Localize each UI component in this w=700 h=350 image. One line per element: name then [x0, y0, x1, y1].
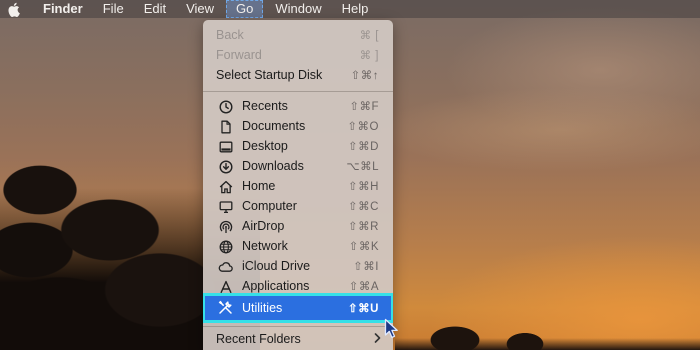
menu-item-label: iCloud Drive — [242, 259, 311, 273]
menu-item-back[interactable]: Back ⌘ [ — [203, 25, 393, 45]
menu-item-documents[interactable]: Documents ⇧⌘O — [203, 116, 393, 136]
airdrop-icon — [218, 219, 233, 234]
download-icon — [218, 159, 233, 174]
menu-item-label: AirDrop — [242, 219, 285, 233]
menu-item-applications[interactable]: Applications ⇧⌘A — [203, 276, 393, 296]
menu-separator — [203, 326, 393, 327]
menu-view[interactable]: View — [176, 0, 224, 18]
menu-separator — [203, 91, 393, 92]
menu-help[interactable]: Help — [332, 0, 379, 18]
menu-item-label: Computer — [242, 199, 297, 213]
menu-item-home[interactable]: Home ⇧⌘H — [203, 176, 393, 196]
menu-item-forward[interactable]: Forward ⌘ ] — [203, 45, 393, 65]
menu-bar: Finder File Edit View Go Window Help — [0, 0, 700, 18]
menu-item-label: Recents — [242, 99, 288, 113]
menu-item-airdrop[interactable]: AirDrop ⇧⌘R — [203, 216, 393, 236]
shortcut-label: ⇧⌘I — [353, 261, 379, 273]
menu-go[interactable]: Go — [226, 0, 264, 18]
shortcut-label: ⇧⌘O — [347, 121, 379, 133]
cloud-icon — [218, 259, 233, 274]
shortcut-label: ⇧⌘C — [348, 201, 379, 213]
globe-icon — [218, 239, 233, 254]
menu-item-label: Back — [216, 28, 244, 42]
menu-item-label: Select Startup Disk — [216, 68, 323, 82]
menu-item-label: Forward — [216, 48, 262, 62]
menu-item-select-startup-disk[interactable]: Select Startup Disk ⇧⌘↑ — [203, 65, 393, 85]
shortcut-label: ⇧⌘↑ — [350, 70, 379, 82]
shortcut-label: ⇧⌘A — [348, 281, 379, 293]
menu-item-label: Applications — [242, 279, 310, 293]
shortcut-label: ⌥⌘L — [346, 161, 379, 173]
shortcut-label: ⇧⌘D — [348, 141, 379, 153]
wallpaper-treeline — [395, 310, 700, 350]
menu-item-desktop[interactable]: Desktop ⇧⌘D — [203, 136, 393, 156]
menu-item-label: Documents — [242, 119, 306, 133]
menu-item-label: Downloads — [242, 159, 304, 173]
clock-icon — [218, 99, 233, 114]
shortcut-label: ⌘ ] — [359, 50, 379, 62]
menu-item-utilities[interactable]: Utilities ⇧⌘U — [203, 293, 393, 323]
menu-item-recent-folders[interactable]: Recent Folders — [203, 329, 393, 349]
menu-item-label: Network — [242, 239, 288, 253]
menu-file[interactable]: File — [93, 0, 134, 18]
menu-edit[interactable]: Edit — [134, 0, 176, 18]
menu-item-network[interactable]: Network ⇧⌘K — [203, 236, 393, 256]
menu-item-label: Recent Folders — [216, 332, 301, 346]
shortcut-label: ⇧⌘R — [348, 221, 379, 233]
shortcut-label: ⇧⌘H — [348, 181, 379, 193]
menu-item-downloads[interactable]: Downloads ⌥⌘L — [203, 156, 393, 176]
computer-icon — [218, 199, 233, 214]
shortcut-label: ⇧⌘F — [349, 101, 379, 113]
menu-item-label: Desktop — [242, 139, 288, 153]
menu-item-icloud-drive[interactable]: iCloud Drive ⇧⌘I — [203, 256, 393, 276]
tools-icon — [218, 300, 233, 315]
go-menu: Back ⌘ [ Forward ⌘ ] Select Startup Disk… — [203, 20, 393, 350]
apple-logo-icon[interactable] — [7, 2, 23, 17]
shortcut-label: ⌘ [ — [359, 30, 379, 42]
document-icon — [218, 119, 233, 134]
menu-item-recents[interactable]: Recents ⇧⌘F — [203, 96, 393, 116]
chevron-right-icon — [374, 332, 381, 346]
menu-window[interactable]: Window — [265, 0, 331, 18]
shortcut-label: ⇧⌘U — [348, 303, 379, 315]
mouse-pointer-icon — [384, 318, 400, 340]
menu-finder[interactable]: Finder — [33, 0, 93, 18]
menu-item-label: Utilities — [242, 301, 283, 315]
desktop-icon — [218, 139, 233, 154]
shortcut-label: ⇧⌘K — [348, 241, 379, 253]
menu-item-label: Home — [242, 179, 276, 193]
applications-icon — [218, 279, 233, 294]
home-icon — [218, 179, 233, 194]
menu-item-computer[interactable]: Computer ⇧⌘C — [203, 196, 393, 216]
